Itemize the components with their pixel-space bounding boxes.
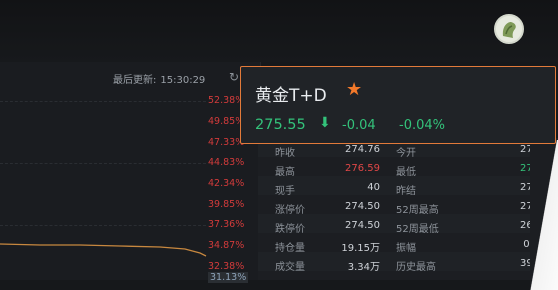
price-line [0, 243, 207, 257]
axis-label-current: 31.13% [208, 272, 249, 283]
table-row: 持仓量19.15万振幅0.40% [258, 239, 558, 258]
table-cell-label: 跌停价 [275, 224, 305, 235]
table-cell-label: 最高 [275, 167, 295, 178]
table-cell-value: 40 [367, 182, 380, 193]
table-cell-label: 最低 [396, 167, 416, 178]
table-cell-label: 涨停价 [275, 205, 305, 216]
table-row: 跌停价274.5052周最低260.51 [258, 220, 558, 239]
table-row: 现手40昨结274.31 [258, 182, 558, 201]
table-cell-label: 现手 [275, 186, 295, 197]
table-cell-value: 276.59 [345, 163, 380, 174]
quote-table: 昨收274.76今开274.50最高276.59最低273.98现手40昨结27… [258, 138, 558, 280]
axis-label: 49.85% [208, 116, 245, 127]
star-icon[interactable]: ★ [346, 79, 362, 100]
refresh-icon[interactable]: ↻ [229, 70, 239, 84]
table-cell-label: 52周最低 [396, 224, 439, 235]
table-cell-label: 成交量 [275, 262, 305, 273]
table-row: 昨收274.76今开274.50 [258, 144, 558, 163]
axis-label: 34.87% [208, 240, 245, 251]
quote-popup[interactable]: 黄金T+D ★ 275.55 ⬇ -0.04 -0.04% [240, 66, 556, 144]
axis-label: 44.83% [208, 157, 245, 168]
table-row: 成交量3.34万历史最高395.20 [258, 258, 558, 277]
axis-label: 52.38% [208, 95, 245, 106]
price-line-chart [0, 243, 207, 257]
axis-label: 47.33% [208, 137, 245, 148]
last-price: 275.55 [255, 117, 306, 133]
table-cell-label: 52周最高 [396, 205, 439, 216]
axis-label: 42.34% [208, 178, 245, 189]
avatar-image [496, 16, 522, 42]
table-cell-label: 昨结 [396, 186, 416, 197]
axis-label: 32.38% [208, 261, 245, 272]
arrow-down-icon: ⬇ [319, 115, 331, 131]
table-row: 涨停价274.5052周最高274.31 [258, 201, 558, 220]
panel-edge [530, 140, 558, 290]
price-change-percent: -0.04% [399, 118, 445, 133]
table-cell-label: 今开 [396, 148, 416, 159]
avatar[interactable] [494, 14, 524, 44]
table-cell-label: 振幅 [396, 243, 416, 254]
axis-label: 37.36% [208, 219, 245, 230]
table-cell-label: 持仓量 [275, 243, 305, 254]
table-cell-value: 274.50 [345, 201, 380, 212]
table-cell-label: 昨收 [275, 148, 295, 159]
table-row: 最高276.59最低273.98 [258, 163, 558, 182]
axis-label: 39.85% [208, 199, 245, 210]
price-change: -0.04 [342, 118, 376, 133]
instrument-title: 黄金T+D [255, 86, 327, 106]
table-cell-value: 19.15万 [341, 243, 380, 254]
table-cell-value: 274.76 [345, 144, 380, 155]
table-cell-label: 历史最高 [396, 262, 436, 273]
table-cell-value: 3.34万 [347, 262, 380, 273]
top-bar [0, 0, 558, 62]
table-cell-value: 274.50 [345, 220, 380, 231]
